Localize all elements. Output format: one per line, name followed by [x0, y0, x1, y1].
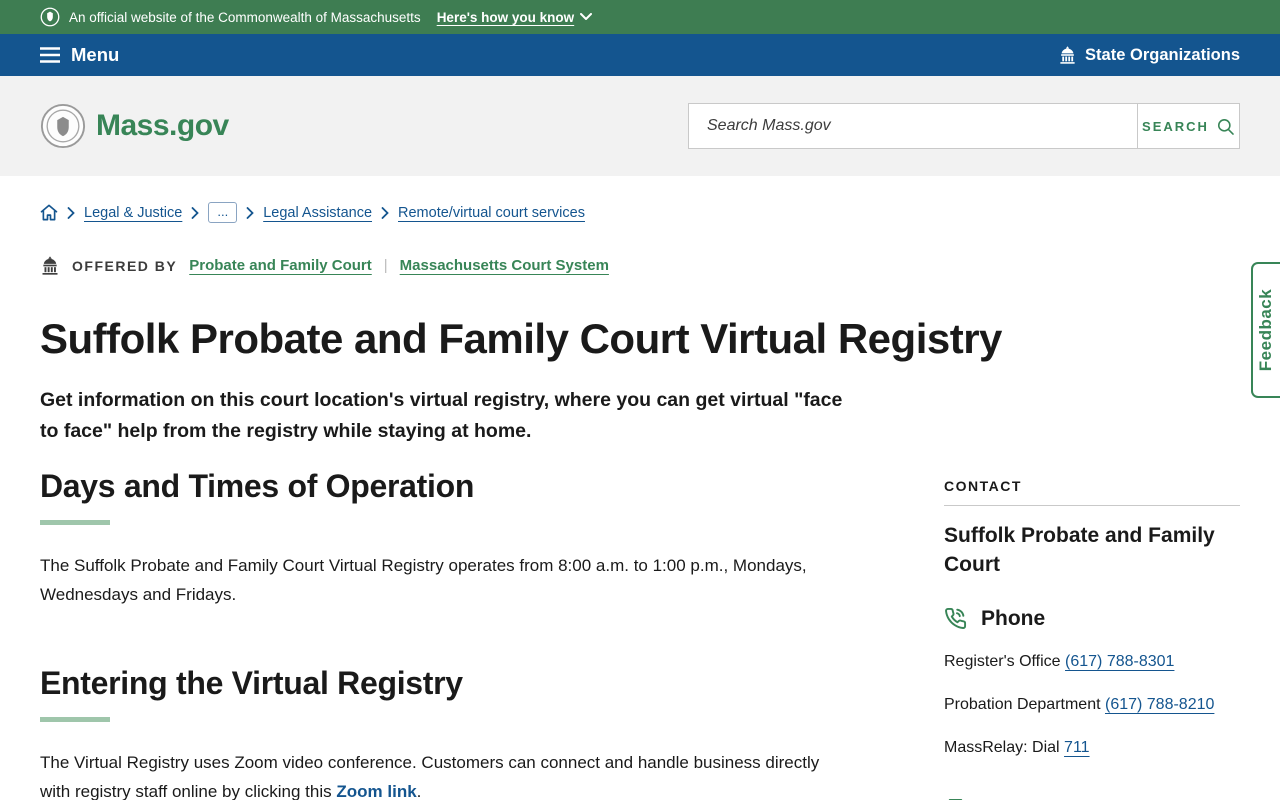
massgov-seal-icon [40, 103, 86, 149]
phone-entry-label: MassRelay: Dial [944, 738, 1060, 756]
breadcrumb: Legal & Justice ... Legal Assistance Rem… [40, 202, 1240, 223]
feedback-tab-label: Feedback [1256, 288, 1276, 372]
search-input[interactable] [689, 104, 1137, 148]
feedback-tab[interactable]: Feedback [1251, 262, 1280, 398]
content-columns: Days and Times of Operation The Suffolk … [40, 468, 1240, 800]
phone-number-link[interactable]: (617) 788-8301 [1065, 653, 1174, 670]
heres-how-you-know-link[interactable]: Here's how you know [437, 10, 593, 25]
state-seal-icon [40, 7, 60, 27]
main-column: Days and Times of Operation The Suffolk … [40, 468, 840, 800]
section-body-text: . [416, 782, 422, 800]
how-you-know-label: Here's how you know [436, 9, 575, 25]
phone-icon [945, 608, 967, 630]
section-body: The Suffolk Probate and Family Court Vir… [40, 555, 807, 604]
chevron-down-icon [580, 13, 593, 20]
official-banner-text: An official website of the Commonwealth … [69, 9, 421, 25]
phone-number-link[interactable]: (617) 788-8210 [1105, 696, 1214, 713]
page-content: Legal & Justice ... Legal Assistance Rem… [0, 202, 1280, 800]
breadcrumb-collapsed-button[interactable]: ... [208, 202, 238, 223]
page-title: Suffolk Probate and Family Court Virtual… [40, 315, 1002, 362]
offered-by-separator: | [383, 257, 388, 274]
contact-divider [944, 504, 1240, 506]
phone-entry-label: Register's Office [944, 652, 1061, 670]
home-icon [40, 204, 58, 221]
official-banner: An official website of the Commonwealth … [0, 0, 1280, 34]
menu-label: Menu [71, 44, 120, 65]
hamburger-icon [40, 47, 60, 63]
offered-by-link-mass-court-system[interactable]: Massachusetts Court System [400, 257, 609, 274]
phone-entry-label: Probation Department [944, 695, 1101, 713]
chevron-right-icon [191, 206, 200, 219]
section-body-text: The Virtual Registry uses Zoom video con… [40, 753, 820, 800]
section-entering-virtual-registry: Entering the Virtual Registry The Virtua… [40, 665, 840, 800]
state-organizations-link[interactable]: State Organizations [1058, 46, 1240, 65]
chevron-right-icon [381, 206, 389, 219]
zoom-link[interactable]: Zoom link [336, 782, 416, 800]
offered-by-label: OFFERED BY [72, 257, 178, 274]
main-navigation-bar: Menu State Organizations [0, 34, 1280, 76]
government-building-icon [42, 256, 58, 275]
page-subtitle: Get information on this court location's… [40, 389, 843, 442]
search-button-label: SEARCH [1142, 118, 1209, 134]
breadcrumb-home-link[interactable] [40, 204, 58, 221]
offered-by-row: OFFERED BY Probate and Family Court | Ma… [40, 256, 1240, 275]
breadcrumb-link-remote-court-services[interactable]: Remote/virtual court services [398, 205, 585, 221]
section-days-and-times: Days and Times of Operation The Suffolk … [40, 468, 840, 609]
contact-sidebar: CONTACT Suffolk Probate and Family Court… [944, 468, 1240, 800]
section-heading: Entering the Virtual Registry [40, 665, 463, 702]
massgov-wordmark: Mass.gov [96, 109, 229, 142]
site-search: SEARCH [688, 103, 1240, 149]
site-header: Mass.gov SEARCH [0, 76, 1280, 176]
phone-entry-massrelay: MassRelay: Dial 711 [944, 736, 1240, 760]
breadcrumb-link-legal-justice[interactable]: Legal & Justice [84, 205, 182, 221]
phone-section-heading: Phone [944, 607, 1240, 631]
offered-by-link-probate-family-court[interactable]: Probate and Family Court [189, 257, 372, 274]
contact-org-name: Suffolk Probate and Family Court [944, 523, 1215, 576]
heading-accent-rule [40, 519, 110, 525]
menu-button[interactable]: Menu [40, 44, 119, 66]
chevron-right-icon [67, 206, 75, 219]
massgov-logo[interactable]: Mass.gov [40, 103, 229, 149]
phone-number-link[interactable]: 711 [1064, 739, 1090, 756]
state-organizations-label: State Organizations [1085, 45, 1240, 64]
phone-heading-label: Phone [981, 606, 1046, 630]
heading-accent-rule [40, 717, 110, 723]
phone-entry-probation-department: Probation Department (617) 788-8210 [944, 693, 1240, 717]
search-button[interactable]: SEARCH [1137, 104, 1239, 148]
contact-label: CONTACT [944, 477, 1022, 494]
breadcrumb-link-legal-assistance[interactable]: Legal Assistance [263, 205, 372, 221]
search-icon [1217, 118, 1234, 135]
phone-entry-registers-office: Register's Office (617) 788-8301 [944, 650, 1240, 674]
chevron-right-icon [246, 206, 254, 219]
section-heading: Days and Times of Operation [40, 467, 475, 504]
statehouse-icon [1060, 46, 1075, 64]
section-body: The Virtual Registry uses Zoom video con… [40, 748, 830, 800]
